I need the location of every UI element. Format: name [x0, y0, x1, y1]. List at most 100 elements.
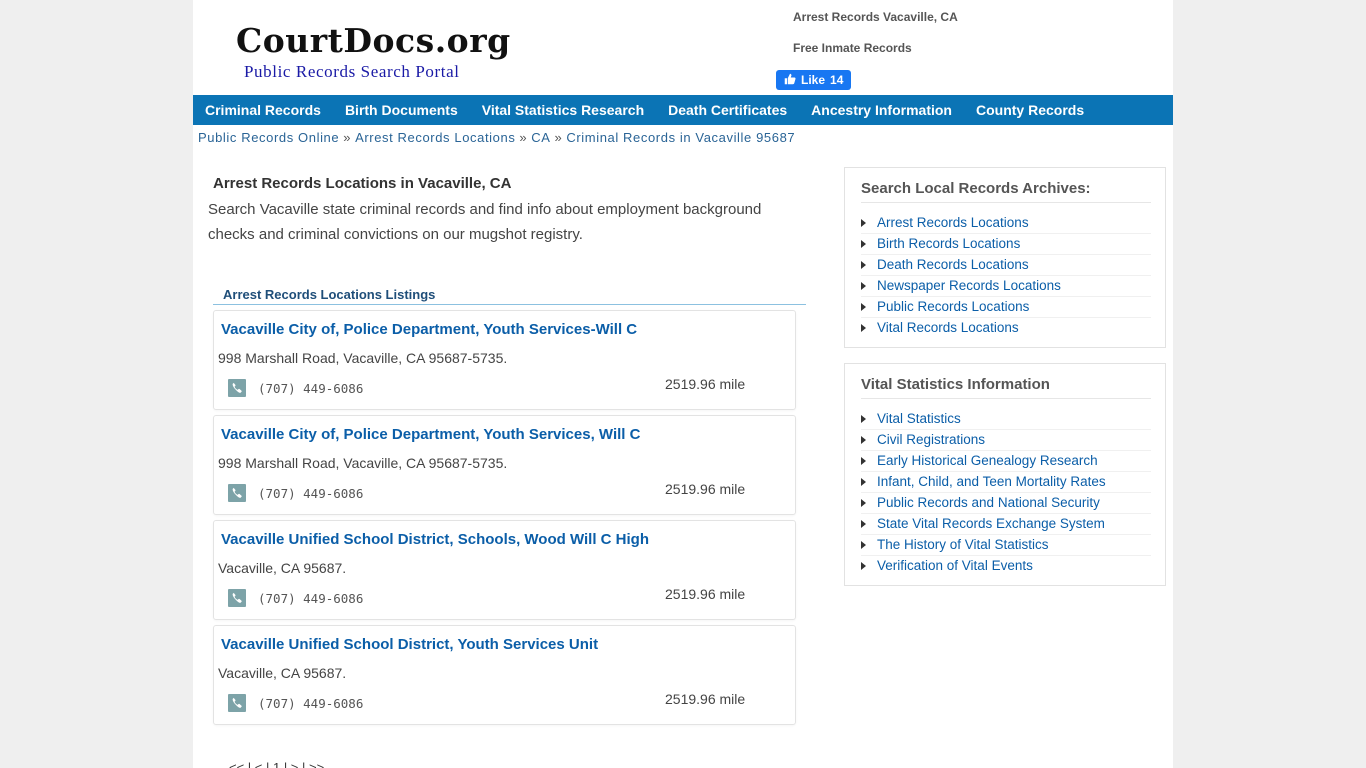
sidebar-link-arrest-records[interactable]: Arrest Records Locations	[877, 215, 1029, 230]
caret-right-icon	[861, 478, 866, 486]
page-container: CourtDocs.org Public Records Search Port…	[193, 0, 1173, 768]
sidebar-list: Arrest Records Locations Birth Records L…	[861, 213, 1151, 339]
sidebar-link-public-records[interactable]: Public Records Locations	[877, 299, 1029, 314]
sidebar-item: Birth Records Locations	[861, 234, 1151, 255]
listing-distance: 2519.96 mile	[665, 376, 746, 392]
nav-item-criminal-records[interactable]: Criminal Records	[193, 95, 333, 125]
caret-right-icon	[861, 415, 866, 423]
sidebar-item: The History of Vital Statistics	[861, 535, 1151, 556]
facebook-like-button[interactable]: Like 14	[776, 70, 852, 90]
thumbs-up-icon	[784, 73, 796, 88]
main-content: Arrest Records Locations in Vacaville, C…	[208, 175, 808, 725]
facebook-like-count: 14	[830, 73, 844, 87]
sidebar-item: Public Records Locations	[861, 297, 1151, 318]
listings-heading: Arrest Records Locations Listings	[213, 287, 806, 305]
caret-right-icon	[861, 499, 866, 507]
listing-address: 998 Marshall Road, Vacaville, CA 95687-5…	[218, 455, 508, 471]
breadcrumb-arrest-records-locations[interactable]: Arrest Records Locations	[355, 130, 515, 145]
caret-right-icon	[861, 436, 866, 444]
breadcrumb-public-records-online[interactable]: Public Records Online	[198, 130, 339, 145]
sidebar-item: Newspaper Records Locations	[861, 276, 1151, 297]
breadcrumb-criminal-records-vacaville[interactable]: Criminal Records in Vacaville 95687	[566, 130, 795, 145]
sidebar-vital-statistics: Vital Statistics Information Vital Stati…	[844, 363, 1166, 586]
nav-item-death-certificates[interactable]: Death Certificates	[656, 95, 799, 125]
listing-title[interactable]: Vacaville Unified School District, Youth…	[221, 636, 598, 653]
pagination[interactable]: << | < | 1 | > | >>	[229, 760, 324, 768]
caret-right-icon	[861, 282, 866, 290]
page-title: Arrest Records Locations in Vacaville, C…	[213, 175, 512, 192]
sidebar-title: Search Local Records Archives:	[861, 180, 1151, 203]
sidebar-link-national-security[interactable]: Public Records and National Security	[877, 495, 1100, 510]
sidebar-link-exchange-system[interactable]: State Vital Records Exchange System	[877, 516, 1105, 531]
listing-card: Vacaville City of, Police Department, Yo…	[213, 415, 796, 515]
nav-item-birth-documents[interactable]: Birth Documents	[333, 95, 470, 125]
breadcrumb-ca[interactable]: CA	[531, 130, 550, 145]
sidebar-link-mortality-rates[interactable]: Infant, Child, and Teen Mortality Rates	[877, 474, 1106, 489]
sidebar-link-verification-vital-events[interactable]: Verification of Vital Events	[877, 558, 1033, 573]
main-nav: Criminal Records Birth Documents Vital S…	[193, 95, 1173, 125]
breadcrumb-separator: »	[519, 130, 528, 145]
listing-distance: 2519.96 mile	[665, 586, 746, 602]
caret-right-icon	[861, 261, 866, 269]
caret-right-icon	[861, 303, 866, 311]
top-link-arrest-records[interactable]: Arrest Records Vacaville, CA	[793, 10, 958, 24]
caret-right-icon	[861, 541, 866, 549]
listing-phone[interactable]: (707) 449-6086	[258, 486, 363, 501]
caret-right-icon	[861, 240, 866, 248]
sidebar-link-vital-records[interactable]: Vital Records Locations	[877, 320, 1019, 335]
nav-item-county-records[interactable]: County Records	[964, 95, 1096, 125]
listing-phone[interactable]: (707) 449-6086	[258, 696, 363, 711]
sidebar-link-vital-statistics[interactable]: Vital Statistics	[877, 411, 961, 426]
sidebar-item: Public Records and National Security	[861, 493, 1151, 514]
sidebar-link-newspaper-records[interactable]: Newspaper Records Locations	[877, 278, 1061, 293]
listing-title[interactable]: Vacaville City of, Police Department, Yo…	[221, 321, 637, 338]
breadcrumb: Public Records Online» Arrest Records Loc…	[198, 130, 795, 145]
sidebar-item: Early Historical Genealogy Research	[861, 451, 1151, 472]
caret-right-icon	[861, 520, 866, 528]
caret-right-icon	[861, 562, 866, 570]
sidebar-item: Vital Records Locations	[861, 318, 1151, 339]
sidebar-link-history-vital-statistics[interactable]: The History of Vital Statistics	[877, 537, 1049, 552]
listing-title[interactable]: Vacaville City of, Police Department, Yo…	[221, 426, 640, 443]
sidebar-link-genealogy-research[interactable]: Early Historical Genealogy Research	[877, 453, 1098, 468]
sidebar-item: Verification of Vital Events	[861, 556, 1151, 577]
caret-right-icon	[861, 324, 866, 332]
listing-distance: 2519.96 mile	[665, 481, 746, 497]
top-link-inmate-records[interactable]: Free Inmate Records	[793, 41, 912, 55]
listing-title[interactable]: Vacaville Unified School District, Schoo…	[221, 531, 649, 548]
sidebar-item: Death Records Locations	[861, 255, 1151, 276]
sidebar-item: State Vital Records Exchange System	[861, 514, 1151, 535]
caret-right-icon	[861, 457, 866, 465]
phone-icon	[228, 589, 246, 607]
nav-item-ancestry-information[interactable]: Ancestry Information	[799, 95, 964, 125]
listing-card: Vacaville City of, Police Department, Yo…	[213, 310, 796, 410]
caret-right-icon	[861, 219, 866, 227]
logo-title: CourtDocs.org	[236, 21, 511, 60]
listing-phone[interactable]: (707) 449-6086	[258, 381, 363, 396]
listing-address: Vacaville, CA 95687.	[218, 560, 347, 576]
phone-icon	[228, 694, 246, 712]
logo-subtitle: Public Records Search Portal	[244, 62, 460, 81]
sidebar-list: Vital Statistics Civil Registrations Ear…	[861, 409, 1151, 577]
phone-icon	[228, 484, 246, 502]
nav-item-vital-statistics-research[interactable]: Vital Statistics Research	[470, 95, 656, 125]
listing-address: 998 Marshall Road, Vacaville, CA 95687-5…	[218, 350, 508, 366]
breadcrumb-separator: »	[343, 130, 352, 145]
sidebar-link-death-records[interactable]: Death Records Locations	[877, 257, 1029, 272]
sidebar-item: Civil Registrations	[861, 430, 1151, 451]
sidebar-link-birth-records[interactable]: Birth Records Locations	[877, 236, 1020, 251]
sidebar-item: Arrest Records Locations	[861, 213, 1151, 234]
breadcrumb-separator: »	[554, 130, 563, 145]
sidebar-item: Vital Statistics	[861, 409, 1151, 430]
listing-address: Vacaville, CA 95687.	[218, 665, 347, 681]
intro-text: Search Vacaville state criminal records …	[208, 201, 762, 243]
phone-icon	[228, 379, 246, 397]
site-logo[interactable]: CourtDocs.org Public Records Search Port…	[236, 22, 511, 84]
listing-distance: 2519.96 mile	[665, 691, 746, 707]
sidebar-item: Infant, Child, and Teen Mortality Rates	[861, 472, 1151, 493]
listing-phone[interactable]: (707) 449-6086	[258, 591, 363, 606]
sidebar-link-civil-registrations[interactable]: Civil Registrations	[877, 432, 985, 447]
facebook-like-label: Like	[801, 73, 826, 87]
listing-card: Vacaville Unified School District, Youth…	[213, 625, 796, 725]
sidebar-records-archives: Search Local Records Archives: Arrest Re…	[844, 167, 1166, 348]
